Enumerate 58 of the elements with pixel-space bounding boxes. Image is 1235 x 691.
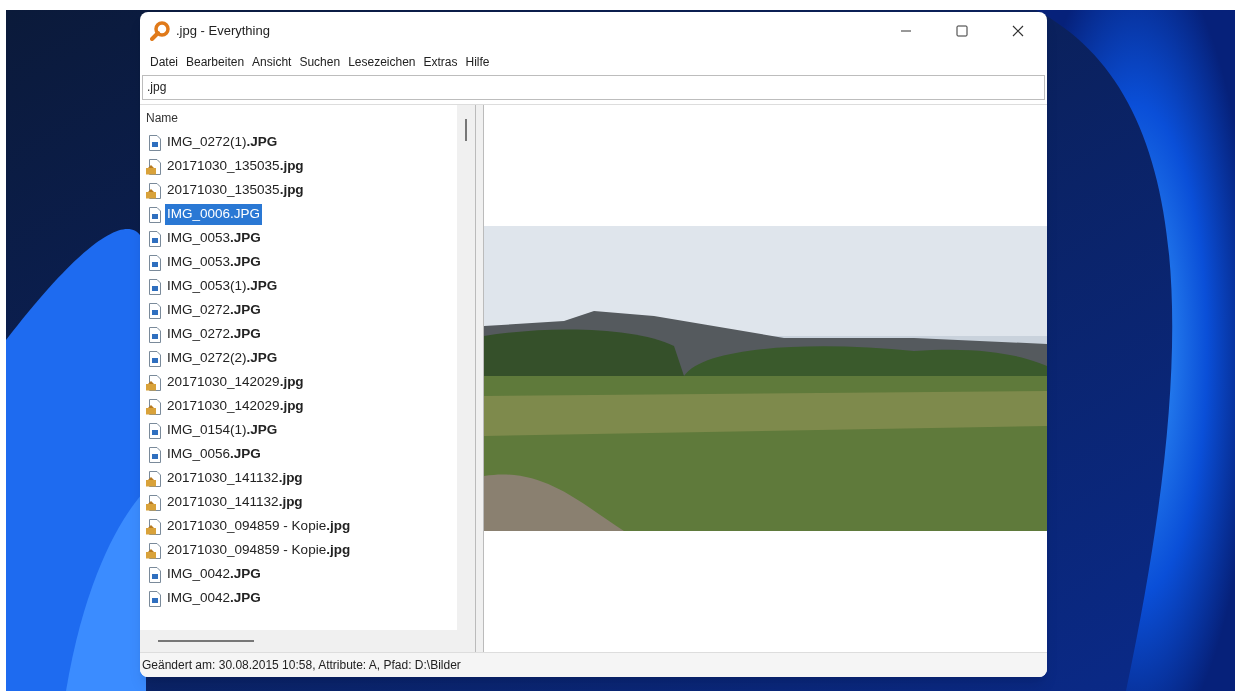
image-file-icon — [148, 302, 162, 319]
image-file-icon — [148, 206, 162, 223]
file-name[interactable]: IMG_0154(1).JPG — [165, 420, 280, 441]
file-name[interactable]: 20171030_142029.jpg — [165, 396, 306, 417]
file-name[interactable]: 20171030_141132.jpg — [165, 492, 305, 513]
file-name[interactable]: 20171030_094859 - Kopie.jpg — [165, 540, 353, 561]
photo-file-icon — [146, 518, 162, 535]
photo-file-icon — [146, 398, 162, 415]
photo-file-icon — [146, 542, 162, 559]
menu-item[interactable]: Hilfe — [461, 51, 494, 73]
pane-splitter[interactable] — [475, 104, 484, 652]
image-file-icon — [148, 326, 162, 343]
image-file-icon — [148, 590, 162, 607]
file-name[interactable]: IMG_0053(1).JPG — [165, 276, 280, 297]
close-icon — [1012, 25, 1024, 37]
image-file-icon — [148, 566, 162, 583]
file-name[interactable]: IMG_0053.JPG — [165, 228, 263, 249]
photo-file-icon — [146, 494, 162, 511]
magnifier-logo-icon — [150, 21, 170, 41]
file-name[interactable]: IMG_0006.JPG — [165, 204, 263, 225]
menu-item[interactable]: Ansicht — [248, 51, 296, 73]
maximize-icon — [956, 25, 968, 37]
file-name[interactable]: IMG_0272.JPG — [165, 300, 263, 321]
column-header[interactable]: Name — [140, 104, 457, 131]
file-name[interactable]: IMG_0042.JPG — [165, 588, 263, 609]
menu-item[interactable]: Bearbeiten — [182, 51, 249, 73]
menu-item[interactable]: Suchen — [295, 51, 345, 73]
image-file-icon — [148, 350, 162, 367]
image-file-icon — [148, 230, 162, 247]
file-name[interactable]: IMG_0042.JPG — [165, 564, 263, 585]
file-name[interactable]: IMG_0272(1).JPG — [165, 132, 280, 153]
photo-file-icon — [146, 158, 162, 175]
search-field[interactable]: .jpg — [142, 74, 1045, 100]
photo-file-icon — [146, 374, 162, 391]
status-text: Geändert am: 30.08.2015 10:58, Attribute: A, Pfad: D:\Bilder — [142, 657, 461, 674]
file-name[interactable]: 20171030_142029.jpg — [165, 372, 306, 393]
file-name[interactable]: IMG_0272(2).JPG — [165, 348, 280, 369]
horizontal-scrollbar-thumb[interactable] — [158, 640, 254, 642]
menu-item[interactable]: Extras — [419, 51, 462, 73]
file-name[interactable]: 20171030_094859 - Kopie.jpg — [165, 516, 353, 537]
file-name[interactable]: IMG_0053.JPG — [165, 252, 263, 273]
file-name[interactable]: IMG_0056.JPG — [165, 444, 263, 465]
file-name[interactable]: 20171030_141132.jpg — [165, 468, 305, 489]
photo-file-icon — [146, 470, 162, 487]
image-file-icon — [148, 278, 162, 295]
image-file-icon — [148, 254, 162, 271]
vertical-scrollbar-thumb[interactable] — [465, 118, 467, 141]
menu-item[interactable]: Datei — [146, 51, 182, 73]
photo-file-icon — [146, 182, 162, 199]
image-file-icon — [148, 134, 162, 151]
window-title: .jpg - Everything — [176, 22, 270, 41]
image-file-icon — [148, 422, 162, 439]
file-name[interactable]: 20171030_135035.jpg — [165, 156, 306, 177]
file-name[interactable]: 20171030_135035.jpg — [165, 180, 306, 201]
vertical-scrollbar[interactable] — [457, 104, 475, 652]
menu-item[interactable]: Lesezeichen — [344, 51, 420, 73]
image-file-icon — [148, 446, 162, 463]
file-name[interactable]: IMG_0272.JPG — [165, 324, 263, 345]
